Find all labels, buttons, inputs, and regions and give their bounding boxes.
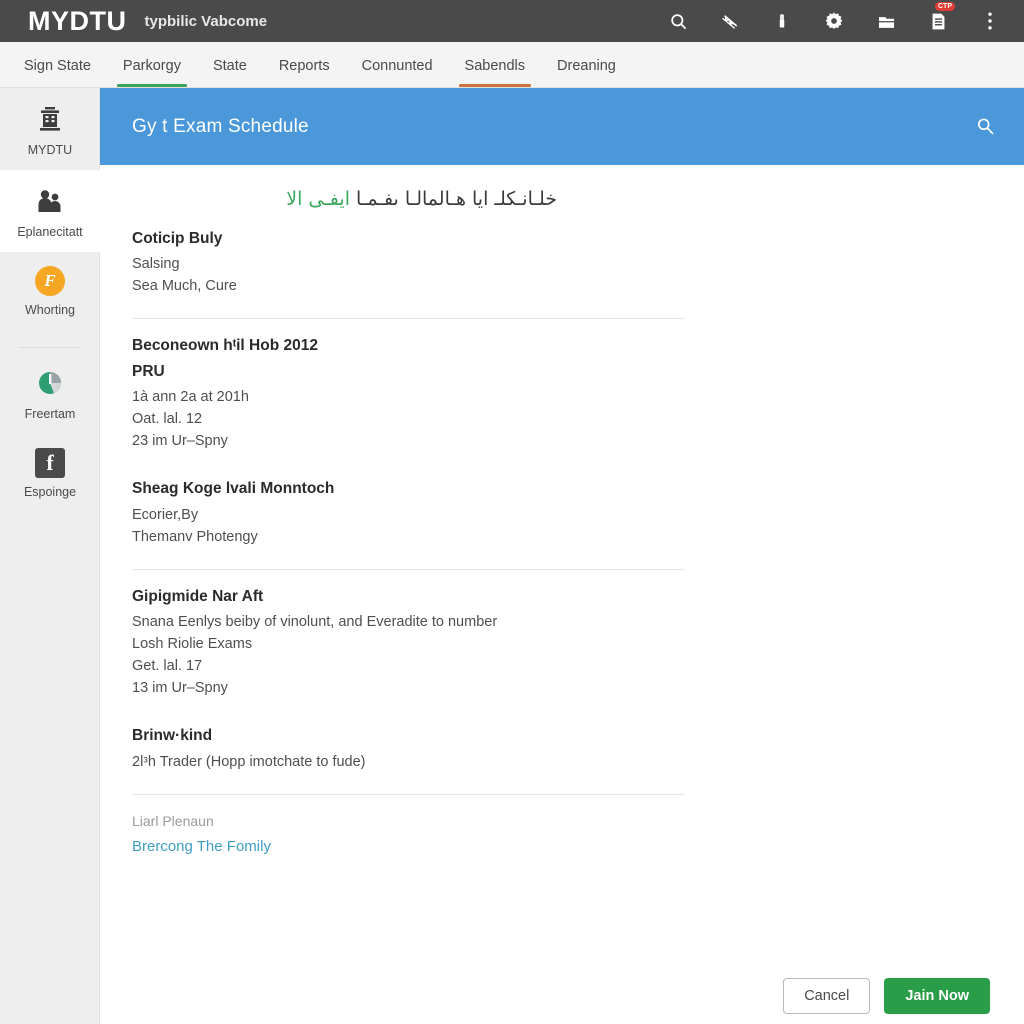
section-line: Sea Much, Cure (132, 278, 237, 295)
tab-label: State (212, 58, 247, 74)
arabic-heading: خلـانـكلـ ايا هـالمالـا ىفـمـا ايفـى الا (132, 187, 557, 212)
app-root: MYDTU typbilic Vabcome CTP Sign State Pa… (0, 0, 1024, 1024)
app-logo[interactable]: MYDTU (28, 6, 127, 37)
section-line: Salsing (132, 256, 180, 273)
search-icon[interactable] (652, 0, 704, 42)
section-divider (132, 568, 685, 570)
orange-badge-icon: F (35, 265, 65, 296)
sidebar-item-whorting[interactable]: F Whorting (0, 252, 100, 330)
tab-active-underline (458, 84, 532, 87)
sidebar: MYDTU Eplanecitatt F Whorting Freertam f… (0, 88, 100, 1024)
section-coticip-buly: Coticip Buly Salsing Sea Much, Cure (132, 228, 1024, 302)
section-line: 23 im Ur–Spny (132, 433, 228, 450)
section-sheag-koge: Sheag Koge lvali Monntoch Ecorier,By The… (132, 478, 1024, 552)
footer-label: Liarl Plenaun (132, 812, 214, 829)
content-area: Gy t Exam Schedule خلـانـكلـ ايا هـالمال… (100, 88, 1024, 1024)
tab-reports[interactable]: Reports (263, 58, 346, 87)
tab-label: Reports (278, 58, 330, 74)
folder-icon[interactable] (860, 0, 912, 42)
section-brinwkind: Brinw·kind 2lᵌh Trader (Hopp imotchate t… (132, 725, 1024, 777)
section-line: Themanv Photengy (132, 528, 258, 545)
building-icon (33, 102, 67, 136)
sidebar-item-espoinge[interactable]: f Espoinge (0, 434, 100, 512)
sidebar-item-label: MYDTU (27, 143, 73, 157)
tab-state[interactable]: State (197, 58, 263, 87)
sidebar-item-label: Eplanecitatt (17, 224, 83, 239)
pie-chart-icon (33, 366, 67, 400)
section-gipigmide: Gipigmide Nar Aft Snana Eenlys beiby of … (132, 586, 1024, 704)
tab-label: Parkorgy (122, 58, 181, 74)
action-bar: Cancel Jain Now (783, 978, 990, 1014)
sidebar-item-freertam[interactable]: Freertam (0, 352, 100, 434)
people-icon (33, 184, 67, 218)
tab-sign-state[interactable]: Sign State (8, 58, 107, 87)
footer-link[interactable]: Brercong The Fomily (132, 836, 1024, 859)
tab-label: Sign State (24, 58, 91, 74)
tab-label: Connunted (361, 58, 433, 74)
tab-label: Sabendls (464, 58, 526, 74)
sidebar-item-mydtu[interactable]: MYDTU (0, 88, 100, 170)
page-title: Gy t Exam Schedule (132, 115, 309, 137)
page-search-icon[interactable] (975, 116, 996, 137)
tab-sabendls[interactable]: Sabendls (449, 58, 541, 87)
sidebar-divider (18, 347, 81, 349)
section-title: Sheag Koge lvali Monntoch (132, 480, 335, 498)
notifications-off-icon[interactable] (704, 0, 756, 42)
join-now-button[interactable]: Jain Now (884, 978, 990, 1014)
sidebar-item-label: Freertam (24, 407, 76, 422)
document-badge: CTP (935, 2, 955, 11)
section-beconeown: Beconeown hᵗil Hob 2012 PRU 1à ann 2a at… (132, 335, 1024, 456)
section-line: Oat. lal. 12 (132, 411, 203, 428)
section-line: Ecorier,By (132, 506, 199, 523)
section-line: Losh Riolie Exams (132, 636, 253, 653)
page-header: Gy t Exam Schedule (100, 88, 1024, 165)
arabic-highlight-text: ايفـى الا (286, 188, 350, 210)
tab-dreaning[interactable]: Dreaning (541, 58, 632, 87)
section-line: Snana Eenlys beiby of vinolunt, and Ever… (132, 614, 498, 631)
tab-parkorgy[interactable]: Parkorgy (107, 58, 197, 87)
sidebar-item-label: Whorting (24, 302, 76, 317)
section-divider (132, 318, 685, 320)
arabic-rest-text: خلـانـكلـ ايا هـالمالـا ىفـمـا (356, 188, 557, 210)
section-line: 1à ann 2a at 201h (132, 389, 249, 406)
tab-active-underline (116, 84, 187, 87)
tab-bar: Sign State Parkorgy State Reports Connun… (0, 42, 1024, 88)
tab-connunted[interactable]: Connunted (346, 58, 449, 87)
section-divider (132, 793, 685, 795)
cancel-button[interactable]: Cancel (783, 978, 871, 1014)
facebook-icon: f (35, 448, 65, 478)
sidebar-item-label: Espoinge (23, 485, 77, 499)
tab-label: Dreaning (557, 58, 616, 74)
content-body: خلـانـكلـ ايا هـالمالـا ىفـمـا ايفـى الا… (100, 165, 1024, 858)
app-subtitle: typbilic Vabcome (144, 12, 268, 30)
section-line: 13 im Ur–Spny (132, 680, 228, 697)
top-bar: MYDTU typbilic Vabcome CTP (0, 0, 1024, 42)
topbar-icon-group: CTP (652, 0, 1016, 42)
section-line: 2lᵌh Trader (Hopp imotchate to fude) (132, 753, 366, 770)
section-title: Coticip Buly (132, 229, 223, 247)
section-subtitle: PRU (132, 362, 165, 380)
gear-icon[interactable] (808, 0, 860, 42)
section-title: Beconeown hᵗil Hob 2012 (132, 337, 318, 355)
section-line: Get. lal. 17 (132, 658, 203, 675)
section-title: Brinw·kind (132, 727, 213, 745)
section-title: Gipigmide Nar Aft (132, 587, 264, 605)
sidebar-item-eplanecitatt[interactable]: Eplanecitatt (0, 169, 100, 252)
document-icon[interactable]: CTP (912, 0, 964, 42)
more-vertical-icon[interactable] (964, 0, 1016, 42)
lock-icon[interactable] (756, 0, 808, 42)
